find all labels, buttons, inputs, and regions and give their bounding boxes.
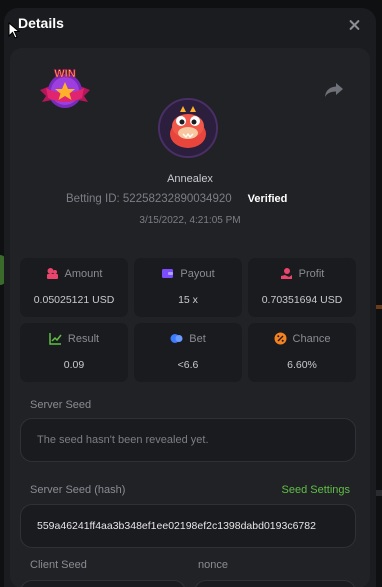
win-badge-icon: WIN: [40, 68, 90, 108]
betting-id-label: Betting ID:: [66, 193, 120, 205]
stat-card-profit: Profit 0.70351694 USD: [248, 258, 356, 317]
seed-settings-link[interactable]: Seed Settings: [282, 484, 351, 496]
modal-header: Details: [4, 8, 376, 40]
stat-label: Chance: [292, 332, 331, 345]
stat-value: 15 x: [178, 294, 198, 306]
client-seed-label: Client Seed: [30, 559, 87, 571]
money-icon: [46, 268, 58, 279]
stat-card-chance: Chance 6.60%: [248, 323, 356, 382]
modal-title: Details: [18, 15, 64, 31]
username: Annealex: [167, 173, 213, 185]
server-seed-field[interactable]: The seed hasn't been revealed yet.: [20, 418, 356, 462]
stat-card-amount: Amount 0.05025121 USD: [20, 258, 128, 317]
nonce-field[interactable]: [194, 580, 356, 587]
server-seed-label: Server Seed: [30, 399, 92, 411]
betting-id-row: Betting ID: 52258232890034920 Verified: [66, 193, 287, 205]
stat-card-result: Result 0.09: [20, 323, 128, 382]
server-seed-hash-value: 559a46241ff4aa3b348ef1ee02198ef2c1398dab…: [37, 520, 316, 532]
client-seed-field[interactable]: [20, 580, 186, 587]
stat-value: 0.05025121 USD: [33, 294, 115, 306]
dragon-avatar-icon: [160, 100, 216, 156]
stat-value: <6.6: [177, 359, 199, 371]
nonce-label: nonce: [198, 559, 228, 571]
details-modal: Details WIN Annealex Betting ID: 5225823…: [4, 8, 376, 587]
background-element: [376, 305, 382, 309]
stat-value: 0.09: [63, 359, 85, 371]
stat-card-bet: Bet <6.6: [134, 323, 242, 382]
bet-timestamp: 3/15/2022, 4:21:05 PM: [139, 215, 241, 226]
stat-value: 0.70351694 USD: [261, 294, 343, 306]
verified-badge: Verified: [247, 193, 288, 205]
server-seed-value: The seed hasn't been revealed yet.: [37, 434, 209, 446]
badge-text: WIN: [54, 68, 75, 80]
avatar: [158, 98, 218, 158]
stat-label: Result: [67, 332, 100, 345]
stat-value: 6.60%: [287, 359, 317, 371]
close-icon[interactable]: [346, 16, 364, 34]
stat-label: Payout: [180, 267, 215, 280]
stats-grid: Amount 0.05025121 USD Payout 15 x Profit…: [20, 258, 360, 382]
background-element: [376, 490, 382, 496]
stat-label: Bet: [189, 332, 206, 345]
share-icon[interactable]: [324, 82, 344, 98]
cursor-icon: [8, 22, 20, 39]
stat-card-payout: Payout 15 x: [134, 258, 242, 317]
stat-label: Amount: [64, 267, 103, 280]
bet-details-panel: WIN Annealex Betting ID: 522582328900349…: [10, 48, 370, 587]
server-seed-hash-label: Server Seed (hash): [30, 484, 126, 496]
profit-icon: [280, 268, 292, 279]
server-seed-hash-field[interactable]: 559a46241ff4aa3b348ef1ee02198ef2c1398dab…: [20, 504, 356, 548]
betting-id-value: 52258232890034920: [122, 193, 232, 205]
stat-label: Profit: [298, 267, 325, 280]
coins-icon: [170, 334, 183, 343]
chart-icon: [49, 333, 62, 345]
wallet-icon: [162, 269, 174, 278]
percent-icon: [274, 332, 287, 345]
